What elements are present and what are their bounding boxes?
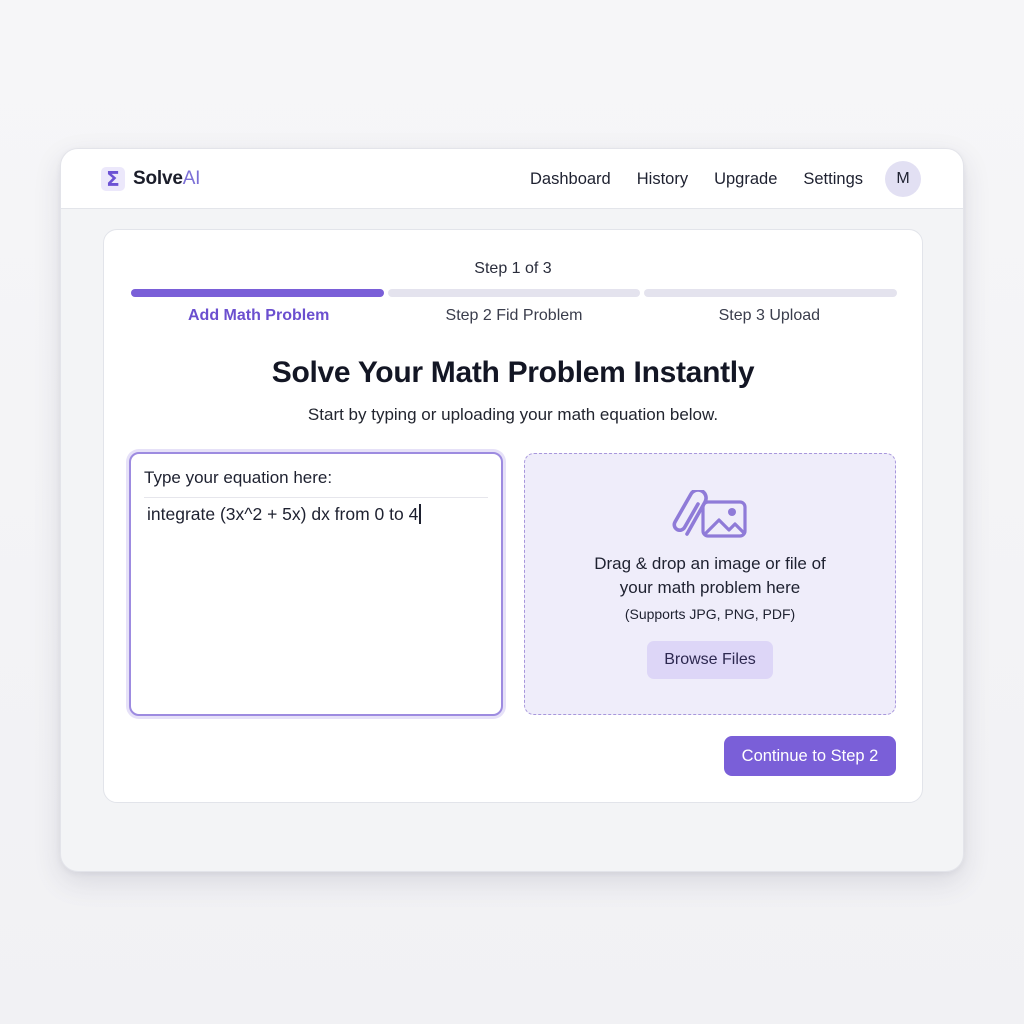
dropzone-text: Drag & drop an image or file of your mat…	[525, 552, 895, 600]
sigma-icon: Σ	[101, 167, 125, 191]
app-window: Σ SolveAI Dashboard History Upgrade Sett…	[60, 148, 964, 872]
equation-value: integrate (3x^2 + 5x) dx from 0 to 4	[147, 504, 419, 524]
upload-dropzone[interactable]: Drag & drop an image or file of your mat…	[524, 453, 896, 715]
brand-name: SolveAI	[133, 168, 200, 190]
step-count: Step 1 of 3	[474, 260, 552, 277]
step-labels: Add Math Problem Step 2 Fid Problem Step…	[131, 307, 897, 325]
problem-card: Step 1 of 3 Add Math Problem Step 2 Fid …	[103, 229, 923, 803]
paperclip-image-icon	[672, 490, 747, 538]
progress-segment-2	[387, 289, 641, 297]
dropzone-text-line1: Drag & drop an image or file of	[594, 554, 826, 573]
step-label-1[interactable]: Add Math Problem	[131, 307, 386, 325]
brand-name-part2: AI	[182, 168, 201, 189]
brand-name-part1: Solve	[133, 168, 183, 189]
nav-settings[interactable]: Settings	[803, 170, 863, 189]
main-nav: Dashboard History Upgrade Settings	[530, 167, 863, 191]
equation-input[interactable]: integrate (3x^2 + 5x) dx from 0 to 4	[147, 504, 487, 525]
step-label-2[interactable]: Step 2 Fid Problem	[386, 307, 641, 325]
step-label-3[interactable]: Step 3 Upload	[642, 307, 897, 325]
progress-segment-3	[644, 289, 898, 297]
nav-upgrade[interactable]: Upgrade	[714, 170, 777, 189]
nav-history[interactable]: History	[637, 170, 688, 189]
continue-button[interactable]: Continue to Step 2	[724, 736, 896, 776]
supported-formats: (Supports JPG, PNG, PDF)	[624, 606, 796, 622]
equation-box[interactable]: Type your equation here: integrate (3x^2…	[129, 452, 503, 716]
brand-logo[interactable]: Σ SolveAI	[101, 165, 200, 193]
nav-dashboard[interactable]: Dashboard	[530, 170, 611, 189]
text-caret	[419, 504, 421, 524]
page-title: Solve Your Math Problem Instantly	[271, 356, 755, 389]
user-avatar[interactable]: M	[885, 161, 921, 197]
step-progress-bar	[131, 289, 898, 297]
dropzone-text-line2: your math problem here	[619, 578, 801, 597]
equation-label: Type your equation here:	[144, 468, 488, 498]
top-navbar: Σ SolveAI Dashboard History Upgrade Sett…	[61, 149, 963, 209]
browse-files-button[interactable]: Browse Files	[647, 641, 773, 679]
progress-segment-1	[131, 289, 384, 297]
page-subtitle: Start by typing or uploading your math e…	[307, 405, 719, 424]
